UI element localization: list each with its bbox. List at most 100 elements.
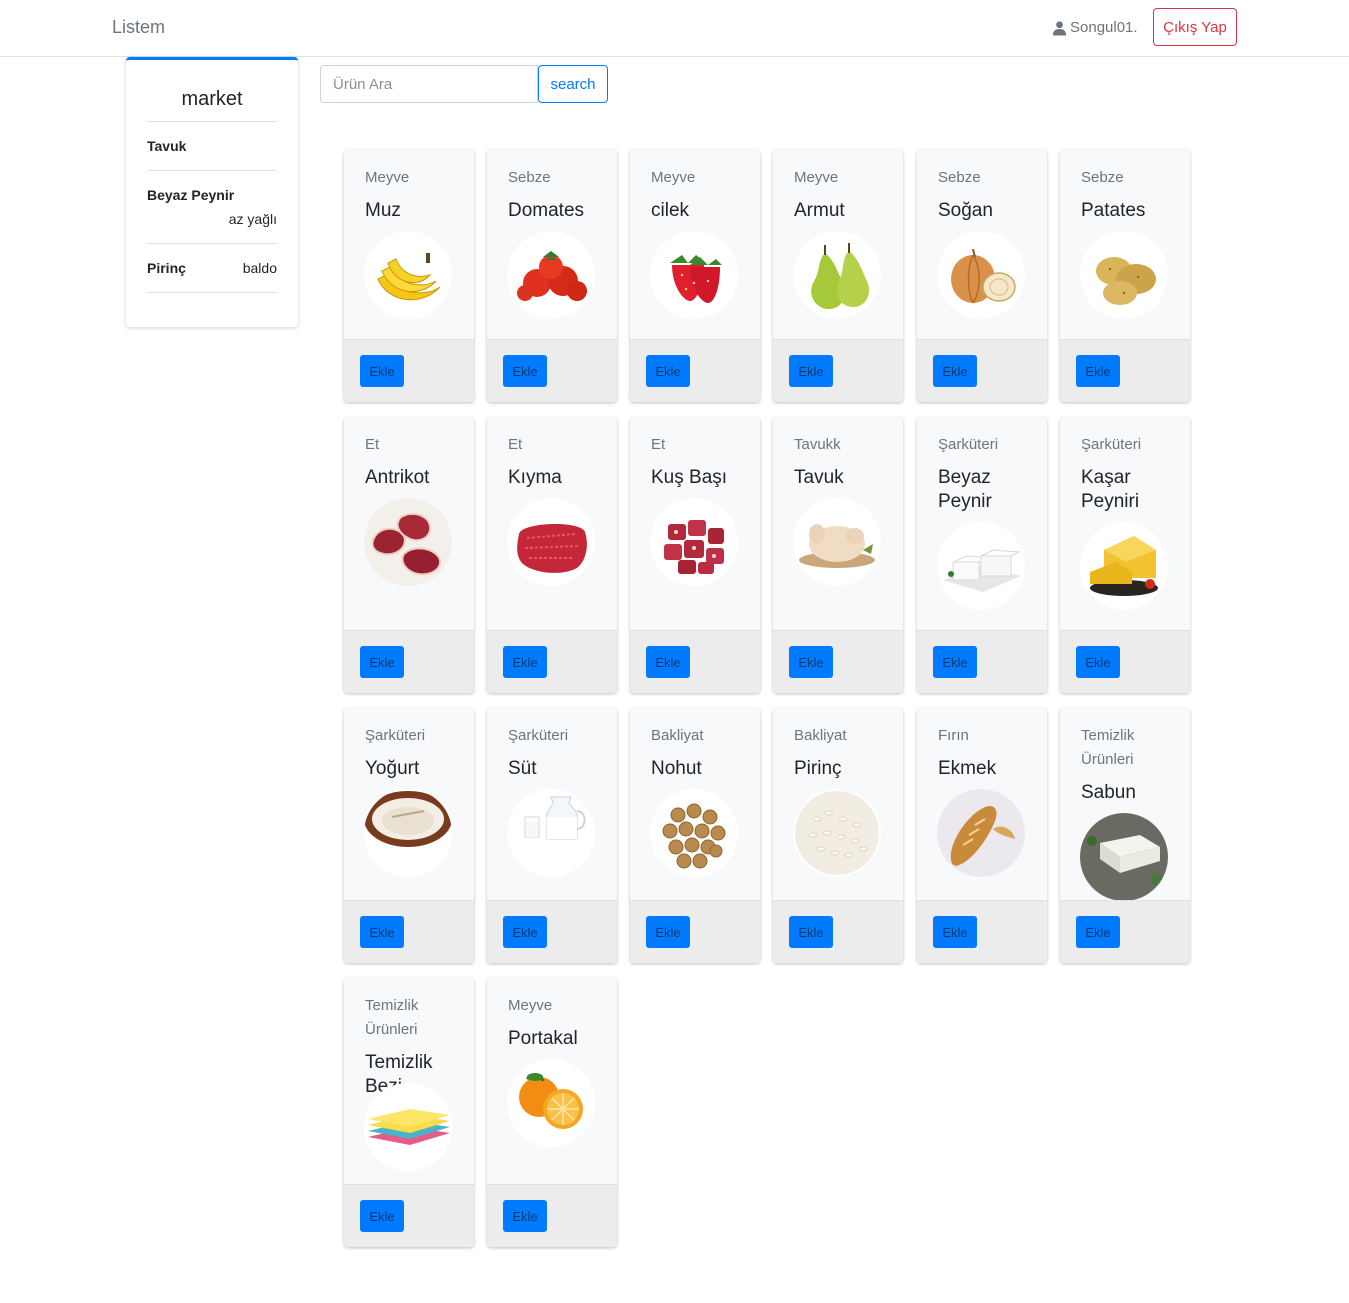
card-footer: Ekle bbox=[487, 1184, 617, 1247]
soap-icon bbox=[1080, 813, 1168, 901]
add-button[interactable]: Ekle bbox=[503, 916, 547, 948]
add-button[interactable]: Ekle bbox=[360, 646, 404, 678]
card-footer: Ekle bbox=[344, 900, 474, 963]
product-category: Şarküteri bbox=[508, 727, 569, 744]
product-category: Et bbox=[508, 436, 523, 453]
card-footer: Ekle bbox=[344, 630, 474, 693]
user-icon bbox=[1052, 20, 1067, 35]
add-button[interactable]: Ekle bbox=[789, 355, 833, 387]
product-category: Temizlik Ürünleri bbox=[1081, 727, 1135, 768]
list-item-name[interactable]: Tavuk bbox=[147, 138, 186, 154]
product-card: Et Kuş Başı Ekle bbox=[630, 417, 760, 693]
add-button[interactable]: Ekle bbox=[1076, 355, 1120, 387]
user-info: Songul01. bbox=[1052, 19, 1138, 36]
add-button[interactable]: Ekle bbox=[1076, 916, 1120, 948]
add-button[interactable]: Ekle bbox=[646, 355, 690, 387]
rice-icon bbox=[793, 789, 881, 877]
card-footer: Ekle bbox=[487, 900, 617, 963]
list-title: market bbox=[181, 88, 243, 110]
product-name: Sabun bbox=[1081, 782, 1136, 803]
milk-icon bbox=[507, 789, 595, 877]
list-item-note: az yağlı bbox=[228, 211, 277, 227]
product-card: Et Antrikot Ekle bbox=[344, 417, 474, 693]
product-card: Sebze Soğan Ekle bbox=[917, 150, 1047, 402]
product-card: Meyve Portakal Ekle bbox=[487, 978, 617, 1247]
product-category: Sebze bbox=[508, 169, 551, 186]
cloth-icon bbox=[364, 1083, 452, 1171]
card-footer: Ekle bbox=[630, 900, 760, 963]
add-button[interactable]: Ekle bbox=[646, 916, 690, 948]
product-card: Bakliyat Nohut Ekle bbox=[630, 708, 760, 963]
product-name: Yoğurt bbox=[365, 758, 420, 779]
add-button[interactable]: Ekle bbox=[360, 355, 404, 387]
product-name: Kaşar Peyniri bbox=[1081, 467, 1140, 512]
add-button[interactable]: Ekle bbox=[360, 916, 404, 948]
product-name: Tavuk bbox=[794, 467, 844, 488]
product-card: Sebze Patates Ekle bbox=[1060, 150, 1190, 402]
add-button[interactable]: Ekle bbox=[503, 355, 547, 387]
diced-meat-icon bbox=[650, 498, 738, 586]
product-category: Sebze bbox=[1081, 169, 1124, 186]
add-button[interactable]: Ekle bbox=[789, 916, 833, 948]
divider bbox=[147, 170, 277, 171]
card-footer: Ekle bbox=[1060, 630, 1190, 693]
product-name: Domates bbox=[508, 200, 585, 221]
potato-icon bbox=[1080, 231, 1168, 319]
add-button[interactable]: Ekle bbox=[933, 355, 977, 387]
add-button[interactable]: Ekle bbox=[503, 646, 547, 678]
product-name: cilek bbox=[651, 200, 690, 221]
product-card: Meyve Armut Ekle bbox=[773, 150, 903, 402]
search-button[interactable]: search bbox=[538, 65, 608, 103]
product-name: Beyaz Peynir bbox=[938, 467, 992, 512]
product-category: Meyve bbox=[651, 169, 696, 186]
product-card: Meyve cilek Ekle bbox=[630, 150, 760, 402]
list-item-name[interactable]: Pirinç bbox=[147, 260, 186, 276]
product-name: Kuş Başı bbox=[651, 467, 728, 488]
username: Songul01. bbox=[1070, 19, 1138, 36]
navbar: Listem Songul01. Çıkış Yap bbox=[0, 0, 1349, 57]
product-category: Temizlik Ürünleri bbox=[365, 997, 419, 1038]
banana-icon bbox=[364, 231, 452, 319]
ground-meat-icon bbox=[507, 498, 595, 586]
product-card: Meyve Muz Ekle bbox=[344, 150, 474, 402]
product-category: Sebze bbox=[938, 169, 981, 186]
chicken-icon bbox=[793, 498, 881, 586]
product-category: Et bbox=[651, 436, 666, 453]
add-button[interactable]: Ekle bbox=[933, 646, 977, 678]
product-category: Şarküteri bbox=[365, 727, 426, 744]
add-button[interactable]: Ekle bbox=[646, 646, 690, 678]
add-button[interactable]: Ekle bbox=[360, 1200, 404, 1232]
product-name: Nohut bbox=[651, 758, 702, 779]
product-category: Fırın bbox=[938, 727, 969, 744]
bread-icon bbox=[937, 789, 1025, 877]
brand-link[interactable]: Listem bbox=[112, 17, 165, 38]
steak-icon bbox=[364, 498, 452, 586]
product-category: Bakliyat bbox=[794, 727, 847, 744]
add-button[interactable]: Ekle bbox=[933, 916, 977, 948]
product-category: Tavukk bbox=[794, 436, 841, 453]
list-item-name[interactable]: Beyaz Peynir bbox=[147, 187, 234, 203]
product-card: Sebze Domates Ekle bbox=[487, 150, 617, 402]
product-card: Tavukk Tavuk Ekle bbox=[773, 417, 903, 693]
card-footer: Ekle bbox=[630, 339, 760, 402]
cheddar-icon bbox=[1080, 522, 1168, 610]
strawberry-icon bbox=[650, 231, 738, 319]
card-footer: Ekle bbox=[917, 900, 1047, 963]
add-button[interactable]: Ekle bbox=[503, 1200, 547, 1232]
divider bbox=[147, 292, 277, 293]
product-name: Soğan bbox=[938, 200, 993, 221]
product-name: Antrikot bbox=[365, 467, 430, 488]
product-category: Meyve bbox=[794, 169, 839, 186]
white-cheese-icon bbox=[937, 522, 1025, 610]
card-footer: Ekle bbox=[1060, 900, 1190, 963]
product-name: Armut bbox=[794, 200, 845, 221]
product-name: Ekmek bbox=[938, 758, 997, 779]
add-button[interactable]: Ekle bbox=[789, 646, 833, 678]
divider bbox=[147, 121, 277, 122]
card-footer: Ekle bbox=[630, 630, 760, 693]
logout-button[interactable]: Çıkış Yap bbox=[1153, 8, 1237, 46]
product-card: Şarküteri Beyaz Peynir Ekle bbox=[917, 417, 1047, 693]
product-category: Meyve bbox=[365, 169, 410, 186]
add-button[interactable]: Ekle bbox=[1076, 646, 1120, 678]
search-input[interactable] bbox=[320, 65, 538, 103]
